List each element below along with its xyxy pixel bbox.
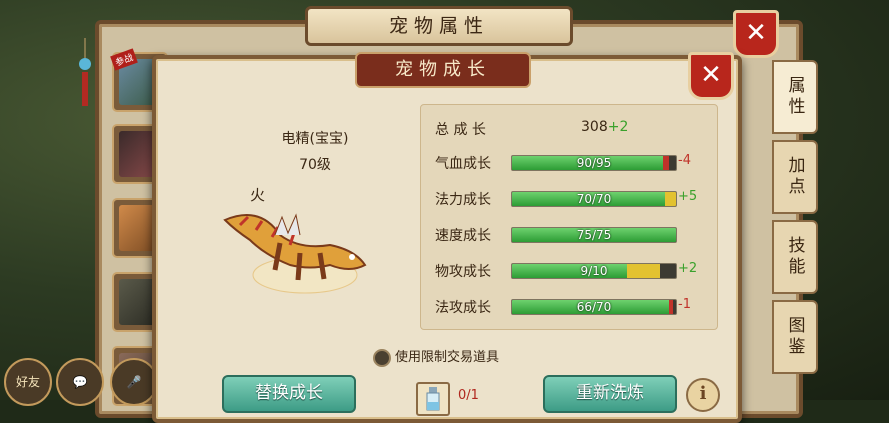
growth-bar: 66/70 xyxy=(511,299,677,315)
stat-label: 物攻成长 xyxy=(435,264,491,280)
stat-label: 总 成 长 xyxy=(435,122,486,138)
friends-button[interactable]: 好友 xyxy=(4,358,52,406)
pet-creature-image xyxy=(223,213,367,294)
modal-close-button[interactable]: ✕ xyxy=(688,52,734,100)
growth-bar: 9/10 xyxy=(511,263,677,279)
growth-bar: 90/95 xyxy=(511,155,677,171)
close-icon: ✕ xyxy=(745,18,767,48)
bar-text: 90/95 xyxy=(576,156,612,170)
rewash-button[interactable]: 重新洗炼 xyxy=(543,375,677,413)
stat-delta: -1 xyxy=(678,297,691,312)
stat-label: 气血成长 xyxy=(435,156,491,172)
voice-button[interactable]: 🎤 xyxy=(110,358,158,406)
stat-delta: +5 xyxy=(678,189,698,204)
bar-text: 9/10 xyxy=(580,264,608,278)
growth-bar: 75/75 xyxy=(511,227,677,243)
consumable-item-slot[interactable] xyxy=(416,382,450,416)
tab-skills[interactable]: 技能 xyxy=(772,220,818,294)
tab-handbook-label: 图鉴 xyxy=(784,316,805,358)
tab-add-points[interactable]: 加点 xyxy=(772,140,818,214)
replace-growth-label: 替换成长 xyxy=(255,383,323,403)
rewash-label: 重新洗炼 xyxy=(576,383,644,403)
chat-button[interactable]: 💬 xyxy=(56,358,104,406)
close-icon: ✕ xyxy=(700,60,722,90)
stat-delta: -4 xyxy=(678,153,691,168)
stat-label: 法攻成长 xyxy=(435,300,491,316)
potion-bottle-icon xyxy=(426,387,440,411)
stat-delta: +2 xyxy=(678,261,698,276)
stat-label: 法力成长 xyxy=(435,192,491,208)
pet-display-panel: 电精(宝宝) 70级 火 xyxy=(200,110,400,320)
tab-add-points-label: 加点 xyxy=(784,156,805,198)
total-growth-value: 308+2 xyxy=(581,119,628,135)
pet-name: 电精(宝宝) xyxy=(281,131,349,147)
item-count: 0/1 xyxy=(458,388,479,403)
bar-text: 66/70 xyxy=(576,300,612,314)
pet-level: 70级 xyxy=(299,157,331,173)
use-restricted-items-label: 使用限制交易道具 xyxy=(395,350,500,365)
stat-row-physical-attack: 物攻成长 9/10 +2 xyxy=(435,261,715,281)
growth-bar: 70/70 xyxy=(511,191,677,207)
tab-attributes[interactable]: 属性 xyxy=(772,60,818,134)
total-value: 308 xyxy=(581,119,608,135)
use-restricted-items-option[interactable]: 使用限制交易道具 xyxy=(373,346,500,367)
info-icon[interactable]: i xyxy=(686,378,720,412)
radio-button[interactable] xyxy=(373,348,391,367)
stat-row-speed: 速度成长 75/75 xyxy=(435,225,715,245)
tab-attributes-label: 属性 xyxy=(784,76,805,118)
modal-title: 宠物成长 xyxy=(355,52,531,88)
chat-bubble-icon: 💬 xyxy=(72,375,88,389)
microphone-icon: 🎤 xyxy=(126,375,142,389)
total-increase: +2 xyxy=(607,119,629,135)
stat-row-hp: 气血成长 90/95 -4 xyxy=(435,153,715,173)
outer-window-title: 宠物属性 xyxy=(305,6,573,46)
bar-text: 75/75 xyxy=(576,228,612,242)
replace-growth-button[interactable]: 替换成长 xyxy=(222,375,356,413)
stat-row-total: 总 成 长 308+2 xyxy=(435,119,715,139)
outer-close-button[interactable]: ✕ xyxy=(733,10,779,58)
stat-row-magic-attack: 法攻成长 66/70 -1 xyxy=(435,297,715,317)
hanging-ornament-icon xyxy=(79,38,91,106)
friends-label: 好友 xyxy=(15,375,40,389)
tab-handbook[interactable]: 图鉴 xyxy=(772,300,818,374)
bar-text: 70/70 xyxy=(576,192,612,206)
stat-row-mp: 法力成长 70/70 +5 xyxy=(435,189,715,209)
tab-skills-label: 技能 xyxy=(784,236,805,278)
growth-stats-panel: 总 成 长 308+2 气血成长 90/95 -4 法力成长 70/70 +5 … xyxy=(420,104,718,330)
stat-label: 速度成长 xyxy=(435,228,491,244)
